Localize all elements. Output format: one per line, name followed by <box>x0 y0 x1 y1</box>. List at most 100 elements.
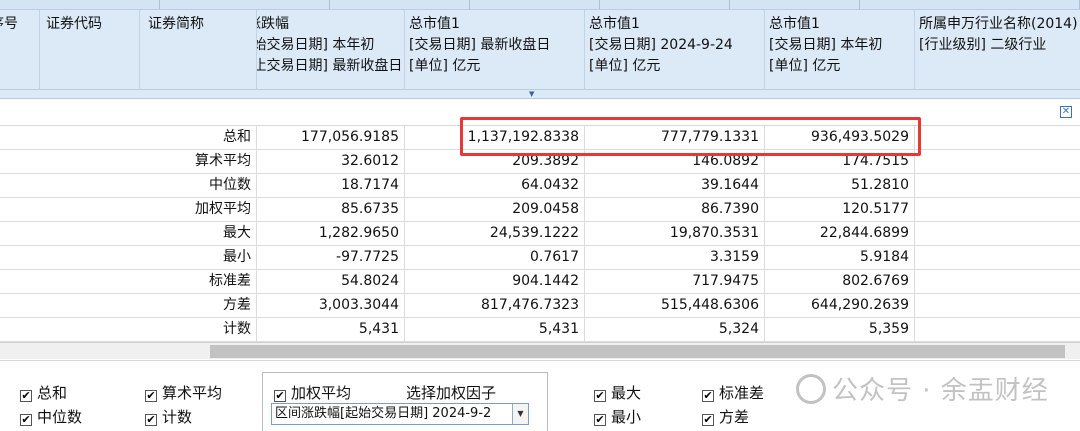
checkbox-median[interactable]: ✔ <box>20 414 32 426</box>
tab-6[interactable] <box>730 0 860 9</box>
cell-interval-change[interactable]: 3,003.3044 <box>257 294 405 317</box>
header-collapse-band[interactable]: ▼ <box>0 90 1080 99</box>
cell-market-value-0924[interactable]: 515,448.6306 <box>585 294 765 317</box>
option-weighted-mean[interactable]: ✔ 加权平均 <box>274 383 351 403</box>
cell-interval-change[interactable]: 1,282.9650 <box>257 222 405 245</box>
cell-interval-change[interactable]: 18.7174 <box>257 174 405 197</box>
option-count-label: 计数 <box>162 408 193 426</box>
col-header-market-value-ytd[interactable]: 总市值1 [交易日期] 本年初 [单位] 亿元 <box>765 10 915 90</box>
col-header-market-value-0924[interactable]: 总市值1 [交易日期] 2024-9-24 [单位] 亿元 <box>585 10 765 90</box>
col-header-mv1-line2: [交易日期] 最新收盘日 <box>409 37 551 53</box>
watermark: 公众号 · 余盂财经 <box>796 370 1049 407</box>
tab-4[interactable] <box>470 0 600 9</box>
checkbox-sum[interactable]: ✔ <box>20 390 32 402</box>
cell-market-value-latest[interactable]: 64.0432 <box>405 174 585 197</box>
col-header-name[interactable]: 证券简称 <box>140 10 257 90</box>
option-variance[interactable]: ✔ 方差 <box>702 407 749 427</box>
col-header-chg-line3: [截止交易日期] 最新收盘日 <box>257 58 403 74</box>
tab-5[interactable] <box>600 0 730 9</box>
col-header-mv3-line1: 总市值1 <box>769 16 820 32</box>
option-mean[interactable]: ✔ 算术平均 <box>145 383 222 403</box>
cell-interval-change[interactable]: 54.8024 <box>257 270 405 293</box>
col-header-code[interactable]: 证券代码 <box>40 10 140 90</box>
cell-industry[interactable] <box>915 174 1080 197</box>
tab-2[interactable] <box>160 0 330 9</box>
option-std[interactable]: ✔ 标准差 <box>702 383 764 403</box>
cell-market-value-latest[interactable]: 0.7617 <box>405 246 585 269</box>
tab-1[interactable] <box>0 0 160 9</box>
top-tab-strip <box>0 0 1080 10</box>
weight-factor-select[interactable]: 区间涨跌幅[起始交易日期] 2024-9-2 ▼ <box>271 403 529 425</box>
cell-market-value-latest[interactable]: 5,431 <box>405 318 585 341</box>
cell-industry[interactable] <box>915 150 1080 173</box>
cell-interval-change[interactable]: 32.6012 <box>257 150 405 173</box>
row-label: 加权平均 <box>0 198 257 221</box>
cell-interval-change[interactable]: 85.6735 <box>257 198 405 221</box>
option-count[interactable]: ✔ 计数 <box>145 407 192 427</box>
cell-interval-change[interactable]: 177,056.9185 <box>257 126 405 149</box>
cell-market-value-ytd[interactable]: 644,290.2639 <box>765 294 915 317</box>
checkbox-count[interactable]: ✔ <box>145 414 157 426</box>
cell-industry[interactable] <box>915 294 1080 317</box>
tab-7[interactable] <box>860 0 1080 9</box>
collapse-arrow-icon[interactable]: ▼ <box>529 90 534 98</box>
checkbox-variance[interactable]: ✔ <box>702 414 714 426</box>
cell-market-value-ytd[interactable]: 120.5177 <box>765 198 915 221</box>
cell-market-value-0924[interactable]: 3.3159 <box>585 246 765 269</box>
cell-market-value-0924[interactable]: 86.7390 <box>585 198 765 221</box>
col-header-mv2-line3: [单位] 亿元 <box>589 58 661 74</box>
table-row: 加权平均 85.6735 209.0458 86.7390 120.5177 <box>0 198 1080 222</box>
cell-interval-change[interactable]: -97.7725 <box>257 246 405 269</box>
statistics-grid: 总和 177,056.9185 1,137,192.8338 777,779.1… <box>0 126 1080 342</box>
cell-market-value-0924[interactable]: 19,870.3531 <box>585 222 765 245</box>
cell-market-value-ytd[interactable]: 802.6769 <box>765 270 915 293</box>
cell-market-value-latest[interactable]: 24,539.1222 <box>405 222 585 245</box>
tab-3[interactable] <box>330 0 470 9</box>
cell-market-value-ytd[interactable]: 5.9184 <box>765 246 915 269</box>
col-header-mv2-line1: 总市值1 <box>589 16 640 32</box>
cell-market-value-0924[interactable]: 5,324 <box>585 318 765 341</box>
option-sum[interactable]: ✔ 总和 <box>20 383 67 403</box>
cell-industry[interactable] <box>915 222 1080 245</box>
col-header-seq[interactable]: 序号 <box>0 10 40 90</box>
cell-industry[interactable] <box>915 126 1080 149</box>
chevron-down-icon[interactable]: ▼ <box>512 404 528 424</box>
cell-market-value-latest[interactable]: 209.0458 <box>405 198 585 221</box>
cell-industry[interactable] <box>915 318 1080 341</box>
table-row: 标准差 54.8024 904.1442 717.9475 802.6769 <box>0 270 1080 294</box>
option-mean-label: 算术平均 <box>162 384 223 402</box>
row-label: 方差 <box>0 294 257 317</box>
cell-market-value-latest[interactable]: 817,476.7323 <box>405 294 585 317</box>
grid-header: 序号 证券代码 证券简称 区间涨跌幅 [起始交易日期] 本年初 [截止交易日期]… <box>0 10 1080 90</box>
checkbox-max[interactable]: ✔ <box>594 390 606 402</box>
weight-factor-value: 区间涨跌幅[起始交易日期] 2024-9-2 <box>275 406 492 421</box>
col-header-industry[interactable]: 所属申万行业名称(2014) [行业级别] 二级行业 <box>915 10 1080 90</box>
cell-industry[interactable] <box>915 198 1080 221</box>
col-header-mv3-line3: [单位] 亿元 <box>769 58 841 74</box>
cell-market-value-ytd[interactable]: 5,359 <box>765 318 915 341</box>
checkbox-min[interactable]: ✔ <box>594 414 606 426</box>
checkbox-weighted-mean[interactable]: ✔ <box>274 390 286 402</box>
table-row: 最小 -97.7725 0.7617 3.3159 5.9184 <box>0 246 1080 270</box>
checkbox-std[interactable]: ✔ <box>702 390 714 402</box>
option-min[interactable]: ✔ 最小 <box>594 407 641 427</box>
horizontal-scrollbar[interactable] <box>0 342 1080 359</box>
cell-industry[interactable] <box>915 270 1080 293</box>
close-icon[interactable]: ✕ <box>1060 106 1072 118</box>
cell-market-value-0924[interactable]: 717.9475 <box>585 270 765 293</box>
col-header-market-value-latest[interactable]: 总市值1 [交易日期] 最新收盘日 [单位] 亿元 <box>405 10 585 90</box>
cell-market-value-latest[interactable]: 904.1442 <box>405 270 585 293</box>
cell-market-value-ytd[interactable]: 22,844.6899 <box>765 222 915 245</box>
checkbox-mean[interactable]: ✔ <box>145 390 157 402</box>
col-header-mv1-line3: [单位] 亿元 <box>409 58 481 74</box>
cell-industry[interactable] <box>915 246 1080 269</box>
cell-interval-change[interactable]: 5,431 <box>257 318 405 341</box>
watermark-text: 公众号 · 余盂财经 <box>832 376 1049 406</box>
scrollbar-thumb[interactable] <box>210 345 1065 358</box>
cell-market-value-ytd[interactable]: 51.2810 <box>765 174 915 197</box>
cell-market-value-0924[interactable]: 39.1644 <box>585 174 765 197</box>
option-max[interactable]: ✔ 最大 <box>594 383 641 403</box>
option-median[interactable]: ✔ 中位数 <box>20 407 82 427</box>
col-header-interval-change[interactable]: 区间涨跌幅 [起始交易日期] 本年初 [截止交易日期] 最新收盘日 <box>257 10 405 90</box>
option-median-label: 中位数 <box>37 408 83 426</box>
